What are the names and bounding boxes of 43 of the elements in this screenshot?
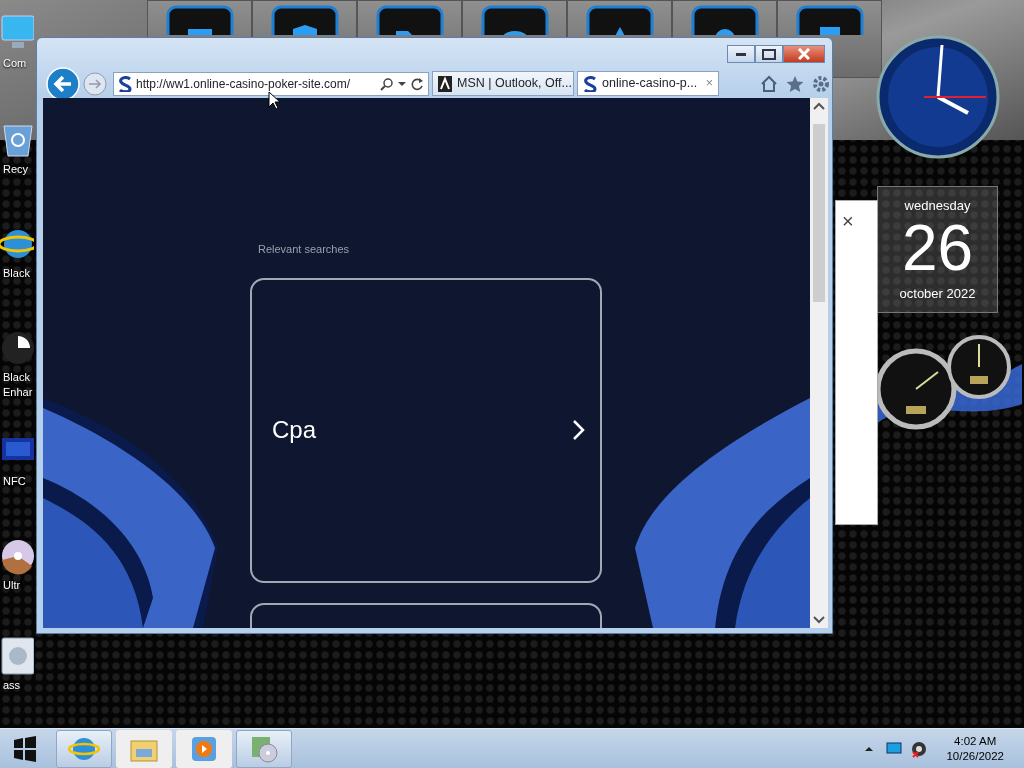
- close-button[interactable]: ×: [842, 211, 860, 231]
- monitor-icon[interactable]: [886, 741, 903, 756]
- section-heading: Relevant searches: [258, 242, 351, 257]
- maximize-button[interactable]: [755, 45, 783, 63]
- icon-label[interactable]: ass: [0, 678, 21, 693]
- tab-label: online-casino-p...: [602, 75, 699, 93]
- star-icon[interactable]: [786, 74, 804, 93]
- scrollbar-thumb[interactable]: [813, 124, 825, 302]
- close-icon: [798, 48, 810, 60]
- taskbar-button[interactable]: [56, 729, 112, 768]
- icon-label[interactable]: Ultr: [0, 578, 21, 593]
- taskbar-clock[interactable]: 4:02 AM 10/26/2022: [946, 733, 1004, 764]
- day-number: 26: [901, 215, 974, 280]
- site-logo-icon: [118, 75, 132, 92]
- icon-label[interactable]: Recy: [0, 162, 29, 177]
- browser-tab[interactable]: online-casino-p... ×: [577, 71, 719, 96]
- folder-icon[interactable]: [0, 634, 34, 678]
- month-year-label: october 2022: [899, 284, 976, 303]
- msn-icon: [438, 75, 452, 92]
- chevron-right-icon: [572, 419, 586, 441]
- close-button[interactable]: [783, 45, 825, 63]
- taskbar-button[interactable]: [176, 729, 232, 768]
- home-icon[interactable]: [760, 74, 778, 93]
- icon-label[interactable]: Black: [0, 370, 30, 385]
- search-result-card[interactable]: Cpa: [250, 277, 602, 583]
- icon-label[interactable]: Enhar: [0, 385, 33, 400]
- tab-close-button[interactable]: ×: [705, 74, 713, 93]
- mouse-cursor-icon: [268, 91, 280, 110]
- address-text: http://ww1.online-casino-poker-site.com/: [136, 75, 352, 93]
- maximize-icon: [762, 48, 776, 60]
- icon-label[interactable]: NFC: [0, 474, 26, 489]
- site-logo-icon: [583, 75, 597, 92]
- search-icon[interactable]: [380, 76, 394, 91]
- icon-label[interactable]: Black: [0, 266, 30, 281]
- minimize-icon: [736, 52, 746, 56]
- refresh-icon[interactable]: [410, 76, 424, 91]
- minimize-button[interactable]: [727, 45, 755, 63]
- weekday-label: wednesday: [904, 197, 971, 215]
- browser-tab[interactable]: MSN | Outlook, Off...: [432, 71, 574, 96]
- speaker-muted-icon[interactable]: [910, 739, 929, 758]
- tab-label: MSN | Outlook, Off...: [457, 75, 572, 93]
- address-bar[interactable]: http://ww1.online-casino-poker-site.com/: [113, 71, 429, 96]
- icon-label[interactable]: Com: [0, 56, 27, 71]
